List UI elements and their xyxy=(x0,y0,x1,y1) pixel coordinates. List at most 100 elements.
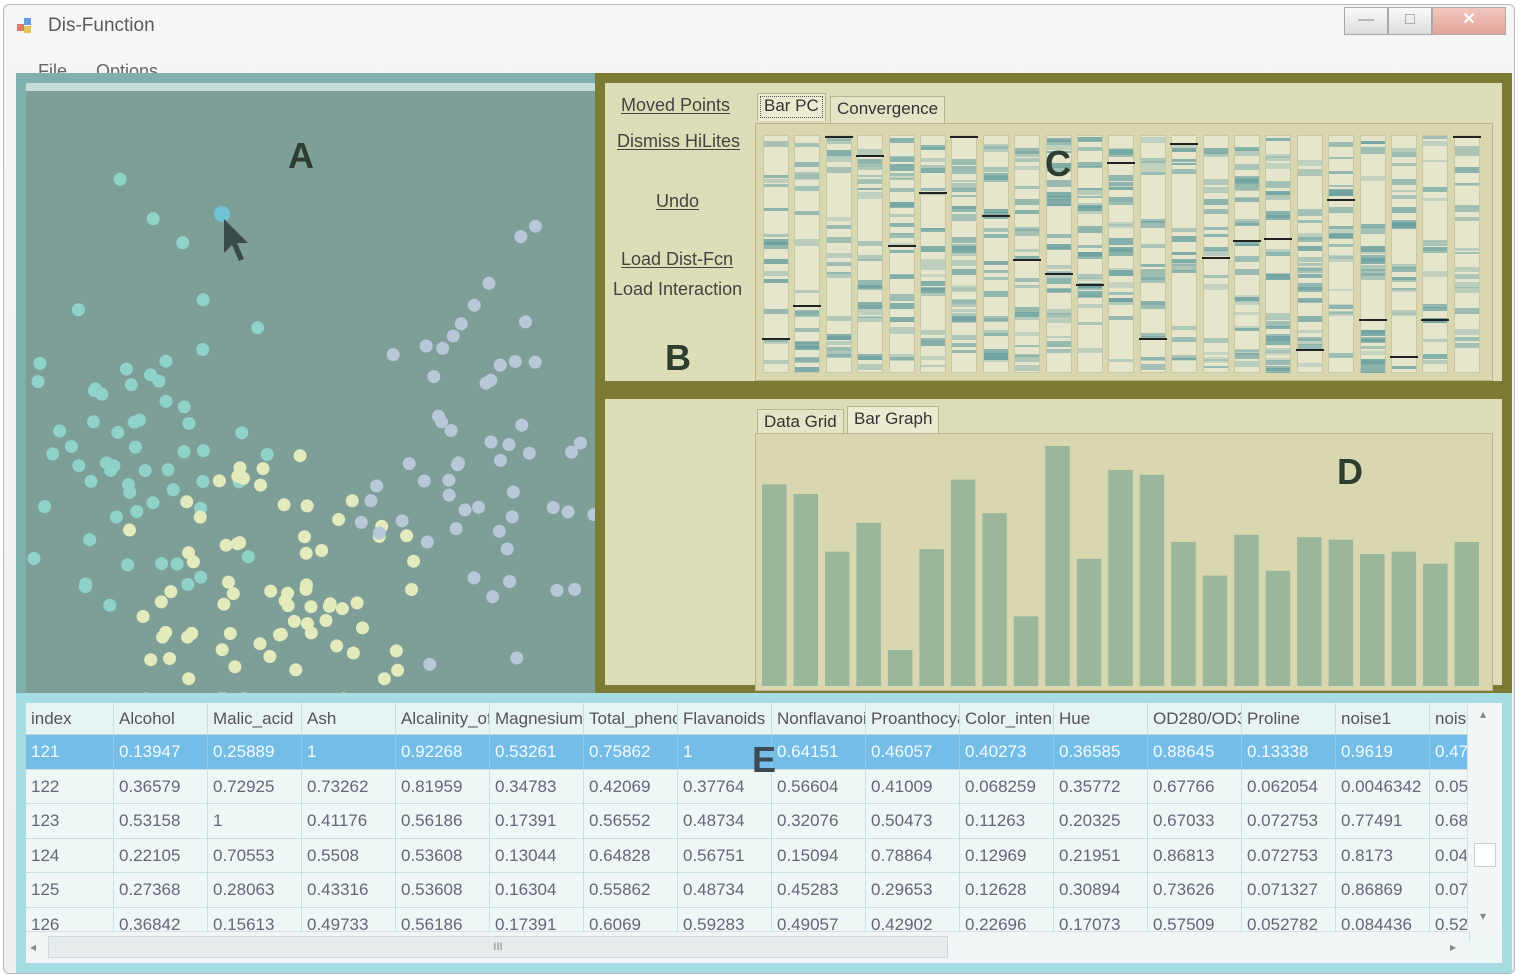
data-point[interactable] xyxy=(506,485,520,499)
table-cell[interactable]: 0.072753 xyxy=(1242,804,1336,838)
data-point[interactable] xyxy=(109,510,123,524)
table-cell[interactable]: 0.56186 xyxy=(396,804,490,838)
data-point[interactable] xyxy=(508,355,522,368)
data-point[interactable] xyxy=(364,494,378,508)
data-point[interactable] xyxy=(193,510,207,524)
data-point[interactable] xyxy=(84,474,98,488)
table-cell[interactable]: 0.11263 xyxy=(960,804,1054,838)
data-point[interactable] xyxy=(391,663,405,677)
table-cell[interactable]: 0.42069 xyxy=(584,769,678,804)
data-point[interactable] xyxy=(493,358,507,372)
data-point[interactable] xyxy=(194,570,208,584)
table-row[interactable]: 122 0.36579 0.72925 0.73262 0.81959 0.34783 0.… xyxy=(26,769,1470,804)
data-point[interactable] xyxy=(121,558,135,572)
table-cell[interactable]: 0.56751 xyxy=(678,838,772,873)
table-cell[interactable]: 121 xyxy=(26,735,114,769)
table-cell[interactable]: 0.92268 xyxy=(396,735,490,769)
table-cell[interactable]: 0.28063 xyxy=(208,873,302,907)
data-point[interactable] xyxy=(417,474,431,488)
data-point[interactable] xyxy=(299,582,313,596)
data-point[interactable] xyxy=(432,409,445,423)
data-point[interactable] xyxy=(196,475,210,488)
data-point[interactable] xyxy=(128,440,142,454)
bar-pc-axis[interactable] xyxy=(1358,135,1387,373)
data-point[interactable] xyxy=(500,542,514,556)
table-cell[interactable]: 0.04 xyxy=(1430,838,1470,873)
bar-pc-axis[interactable] xyxy=(1170,135,1199,373)
title-bar[interactable]: Dis-Function — □ ✕ xyxy=(4,5,1514,49)
moved-points-button[interactable]: Moved Points xyxy=(621,95,730,116)
bar-pc-axis[interactable] xyxy=(950,135,979,373)
bar-pc-axis[interactable] xyxy=(1138,135,1167,373)
data-point[interactable] xyxy=(467,571,481,585)
bar-pc-view[interactable] xyxy=(755,123,1493,381)
close-button[interactable]: ✕ xyxy=(1432,7,1506,35)
bar-pc-axis[interactable] xyxy=(981,135,1010,373)
data-point[interactable] xyxy=(256,462,270,476)
data-point[interactable] xyxy=(494,453,508,467)
data-point[interactable] xyxy=(486,590,500,604)
data-point[interactable] xyxy=(222,575,235,589)
data-point[interactable] xyxy=(405,583,419,596)
data-point[interactable] xyxy=(215,643,229,657)
data-point[interactable] xyxy=(83,533,97,547)
table-cell[interactable]: 0.21951 xyxy=(1054,838,1148,873)
data-point[interactable] xyxy=(111,425,125,439)
table-cell[interactable]: 0.13338 xyxy=(1242,735,1336,769)
data-point[interactable] xyxy=(133,413,147,427)
data-point[interactable] xyxy=(502,438,516,452)
table-cell[interactable]: 0.73626 xyxy=(1148,873,1242,907)
data-point[interactable] xyxy=(370,479,384,493)
data-point[interactable] xyxy=(354,515,368,529)
dismiss-hilites-button[interactable]: Dismiss HiLites xyxy=(617,131,740,152)
data-point[interactable] xyxy=(377,672,391,686)
table-cell[interactable]: 0.9619 xyxy=(1336,735,1430,769)
bar-pc-axis[interactable] xyxy=(1327,135,1356,373)
data-point[interactable] xyxy=(159,394,173,408)
table-cell[interactable]: 0.53608 xyxy=(396,838,490,873)
data-point[interactable] xyxy=(322,599,336,613)
scroll-up-icon[interactable]: ▴ xyxy=(1480,707,1486,721)
data-point[interactable] xyxy=(356,621,369,635)
table-cell[interactable]: 0.64828 xyxy=(584,838,678,873)
table-cell[interactable]: 0.68 xyxy=(1430,804,1470,838)
table-cell[interactable]: 0.46057 xyxy=(866,735,960,769)
data-point[interactable] xyxy=(241,550,255,564)
table-row[interactable]: 121 0.13947 0.25889 1 0.92268 0.53261 0.75862 1… xyxy=(26,735,1470,770)
data-point[interactable] xyxy=(298,530,311,544)
data-point[interactable] xyxy=(177,445,191,459)
data-point[interactable] xyxy=(522,446,536,460)
data-point[interactable] xyxy=(565,445,578,459)
bar-pc-axis[interactable] xyxy=(762,135,790,373)
data-point[interactable] xyxy=(273,628,286,642)
data-point[interactable] xyxy=(568,582,582,596)
horizontal-scroll-thumb[interactable]: III xyxy=(48,936,948,958)
bar-pc-axis[interactable] xyxy=(1295,135,1324,373)
data-point[interactable] xyxy=(170,557,184,571)
data-point[interactable] xyxy=(182,672,196,686)
data-point[interactable] xyxy=(454,317,468,331)
table-cell[interactable]: 0.8173 xyxy=(1336,838,1430,873)
data-point[interactable] xyxy=(161,463,175,477)
data-point[interactable] xyxy=(155,557,169,571)
data-point[interactable] xyxy=(420,535,434,549)
table-cell[interactable]: 0.07 xyxy=(1430,873,1470,907)
column-header[interactable]: Hue xyxy=(1054,703,1148,735)
data-point[interactable] xyxy=(528,355,542,369)
column-header[interactable]: index xyxy=(26,703,114,735)
data-point[interactable] xyxy=(196,293,210,307)
vertical-scrollbar[interactable]: ▴ ▾ xyxy=(1467,703,1502,931)
load-dist-fcn-button[interactable]: Load Dist-Fcn xyxy=(621,249,733,270)
scroll-right-icon[interactable]: ▸ xyxy=(1450,940,1456,954)
data-point[interactable] xyxy=(546,501,560,514)
load-interaction-button[interactable]: Load Interaction xyxy=(613,279,742,300)
data-point[interactable] xyxy=(427,370,441,384)
data-point[interactable] xyxy=(442,473,456,487)
table-cell[interactable]: 0.81959 xyxy=(396,769,490,804)
maximize-button[interactable]: □ xyxy=(1388,7,1432,35)
table-cell[interactable]: 0.48734 xyxy=(678,804,772,838)
data-point[interactable] xyxy=(228,660,242,674)
table-cell[interactable]: 0.29653 xyxy=(866,873,960,907)
scroll-down-icon[interactable]: ▾ xyxy=(1480,909,1486,923)
data-point[interactable] xyxy=(315,544,329,557)
